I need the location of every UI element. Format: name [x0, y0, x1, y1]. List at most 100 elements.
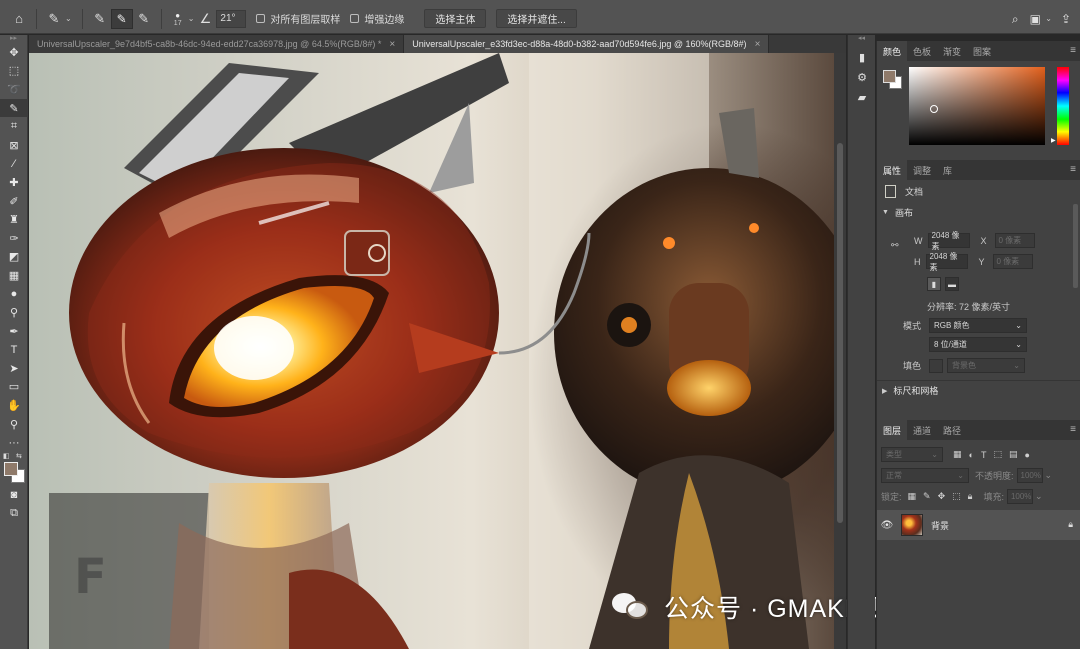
canvas-section[interactable]: ▼ 画布	[877, 202, 1080, 222]
smart-object-filter-icon[interactable]: ▤	[1009, 449, 1018, 460]
adjustment-filter-icon[interactable]: ◐	[969, 450, 974, 460]
chevron-down-icon[interactable]: ⌄	[1045, 14, 1052, 30]
layer-row[interactable]: 👁︎ 背景 🔒︎	[877, 510, 1080, 540]
canvas-scrollbar[interactable]	[834, 53, 846, 649]
dodge-icon[interactable]: ⚲	[0, 303, 28, 322]
panel-menu-icon[interactable]: ≡	[1070, 164, 1076, 175]
color-swatches[interactable]: ◧ ⇆	[0, 452, 28, 486]
add-to-selection-icon[interactable]: ✎	[110, 8, 133, 29]
panel-grip[interactable]: ▸▸	[0, 35, 27, 43]
brush-size-picker[interactable]: ● 17	[168, 11, 188, 27]
shape-filter-icon[interactable]: ⬚	[993, 449, 1002, 460]
history-icon[interactable]: ▮	[848, 47, 876, 67]
share-icon[interactable]: ⇪	[1056, 8, 1076, 30]
checkbox-box[interactable]	[350, 14, 360, 23]
width-input[interactable]: 2048 像素	[927, 231, 970, 251]
foreground-color-swatch[interactable]	[4, 462, 18, 477]
bit-depth-select[interactable]: 8 位/通道 ⌄	[929, 337, 1027, 352]
comments-icon[interactable]: ▰	[848, 87, 876, 107]
foreground-color-swatch[interactable]	[883, 70, 896, 83]
lock-artboard-icon[interactable]: ⬚	[952, 491, 961, 502]
lock-icon[interactable]: 🔒︎	[1068, 519, 1073, 530]
chevron-down-icon[interactable]: ⌄	[1045, 470, 1053, 481]
panel-grip[interactable]: ◂◂	[848, 35, 875, 43]
opacity-input[interactable]: 100%	[1016, 468, 1043, 483]
select-subject-button[interactable]: 选择主体	[424, 9, 487, 28]
color-picker-cursor[interactable]	[930, 105, 938, 113]
lock-position-icon[interactable]: ✥	[938, 491, 946, 502]
brush-icon[interactable]: ✐	[0, 192, 28, 211]
workspace-icon[interactable]: ▣	[1025, 8, 1045, 30]
eye-icon[interactable]: 👁︎	[877, 520, 897, 531]
fill-input[interactable]: 100%	[1006, 489, 1033, 504]
hue-marker-icon[interactable]: ▶	[1051, 137, 1056, 144]
lasso-icon[interactable]: ➰	[0, 80, 28, 99]
y-input[interactable]: 0 像素	[992, 254, 1033, 269]
zoom-icon[interactable]: ⚲	[0, 415, 28, 434]
rectangle-icon[interactable]: ▭	[0, 378, 28, 397]
swap-colors-icon[interactable]: ⇆	[16, 452, 22, 460]
scrollbar-thumb[interactable]	[837, 143, 843, 523]
move-icon[interactable]: ✥	[0, 43, 28, 62]
tab-adjustments[interactable]: 调整	[907, 160, 937, 180]
select-and-mask-button[interactable]: 选择并遮住...	[496, 9, 577, 28]
panel-scrollbar[interactable]	[1073, 204, 1078, 288]
panel-menu-icon[interactable]: ≡	[1070, 424, 1076, 435]
type-icon[interactable]: T	[0, 341, 28, 360]
tab-libraries[interactable]: 库	[937, 160, 958, 180]
blur-icon[interactable]: ●	[0, 285, 28, 304]
enhance-edge-checkbox[interactable]: 增强边缘	[350, 11, 404, 26]
fill-swatch[interactable]	[929, 358, 943, 373]
tab-patterns[interactable]: 图案	[967, 41, 997, 61]
color-field[interactable]	[909, 67, 1045, 145]
image-filter-icon[interactable]: ▦	[953, 449, 962, 460]
new-selection-icon[interactable]: ✎	[89, 8, 111, 30]
frame-icon[interactable]: ⊠	[0, 136, 28, 155]
portrait-icon[interactable]: ▮	[927, 277, 941, 291]
angle-input[interactable]: 21°	[216, 9, 247, 28]
lock-all-icon[interactable]: 🔒︎	[968, 491, 973, 502]
tab-paths[interactable]: 路径	[937, 420, 967, 440]
healing-brush-icon[interactable]: ✚	[0, 173, 28, 192]
default-colors-icon[interactable]: ◧	[3, 452, 10, 460]
tab-gradients[interactable]: 渐变	[937, 41, 967, 61]
filter-toggle-icon[interactable]: ●	[1024, 450, 1029, 460]
tab-swatches[interactable]: 色板	[907, 41, 937, 61]
document-tab-active[interactable]: UniversalUpscaler_e33fd3ec-d88a-48d0-b38…	[404, 35, 770, 53]
path-selection-icon[interactable]: ➤	[0, 359, 28, 378]
document-tab[interactable]: UniversalUpscaler_9e7d4bf5-ca8b-46dc-94e…	[29, 35, 405, 53]
marquee-icon[interactable]: ⬚	[0, 62, 28, 81]
eraser-icon[interactable]: ◩	[0, 248, 28, 267]
history-brush-icon[interactable]: ✑	[0, 229, 28, 248]
fill-select[interactable]: 背景色 ⌄	[947, 358, 1025, 373]
mode-select[interactable]: RGB 颜色 ⌄	[929, 318, 1027, 333]
tab-channels[interactable]: 通道	[907, 420, 937, 440]
tab-layers[interactable]: 图层	[877, 420, 908, 440]
type-filter-icon[interactable]: T	[981, 450, 987, 460]
chevron-right-icon[interactable]: ▶	[882, 387, 887, 395]
eyedropper-icon[interactable]: ⁄	[0, 155, 28, 174]
checkbox-box[interactable]	[256, 14, 266, 23]
tab-properties[interactable]: 属性	[877, 160, 908, 180]
hand-icon[interactable]: ✋	[0, 396, 28, 415]
panel-menu-icon[interactable]: ≡	[1070, 45, 1076, 56]
blend-mode-select[interactable]: 正常 ⌄	[881, 468, 969, 483]
screen-mode-icon[interactable]: ⧉	[0, 505, 28, 524]
rulers-grids-section[interactable]: ▶ 标尺和网格	[877, 380, 1080, 400]
chevron-down-icon[interactable]: ⌄	[1035, 491, 1043, 502]
lock-image-icon[interactable]: ✎	[923, 491, 931, 502]
close-icon[interactable]: ×	[755, 39, 761, 50]
quick-selection-preset-icon[interactable]: ✎	[43, 8, 65, 30]
clone-stamp-icon[interactable]: ♜	[0, 210, 28, 229]
gradient-icon[interactable]: ▦	[0, 266, 28, 285]
lock-transparent-icon[interactable]: ▦	[908, 491, 917, 502]
layer-name[interactable]: 背景	[931, 519, 949, 532]
x-input[interactable]: 0 像素	[994, 233, 1035, 248]
adjust-icon[interactable]: ⚙	[848, 67, 876, 87]
quick-mask-icon[interactable]: ◙	[0, 486, 28, 505]
landscape-icon[interactable]: ▬	[945, 277, 959, 291]
image-canvas[interactable]: F	[29, 53, 834, 649]
height-input[interactable]: 2048 像素	[925, 252, 968, 272]
subtract-selection-icon[interactable]: ✎	[133, 8, 155, 30]
home-icon[interactable]: ⌂	[8, 8, 30, 30]
